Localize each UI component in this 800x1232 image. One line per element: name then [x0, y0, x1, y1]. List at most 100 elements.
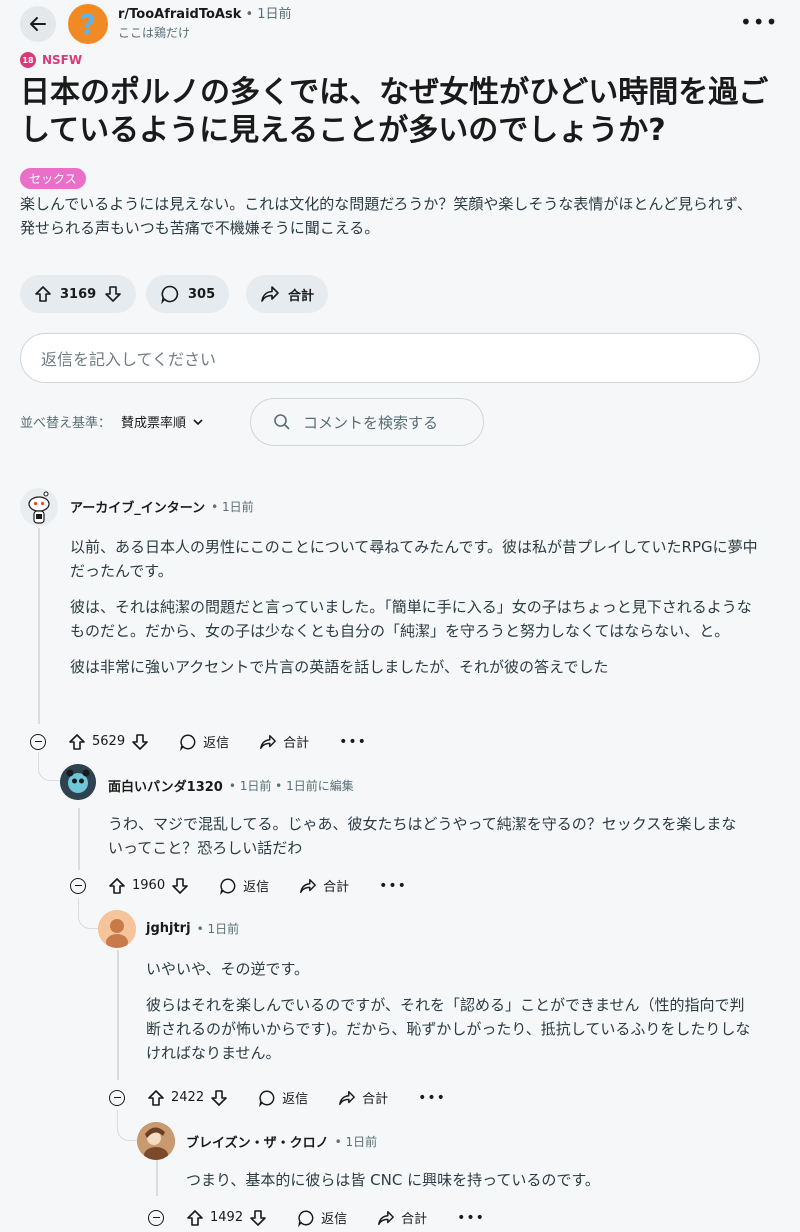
comment-avatar[interactable] [20, 488, 58, 526]
post-comment-count: 305 [188, 286, 216, 302]
reply-label: 返信 [282, 1092, 309, 1107]
thread-elbow [38, 752, 61, 781]
reply-button[interactable]: 返信 [258, 1088, 308, 1107]
comment-paragraph: 彼らはそれを楽しんでいるのですが、それを「認める」ことができません（性的指向で判… [146, 996, 751, 1062]
thread-elbow [117, 1110, 138, 1141]
comment-search-label: コメントを検索する [303, 413, 439, 432]
collapse-icon[interactable] [70, 877, 86, 894]
upvote-icon[interactable] [108, 877, 126, 895]
more-options-icon[interactable]: ••• [740, 10, 778, 34]
snoo-avatar-icon [28, 491, 50, 524]
sort-dropdown[interactable]: 賛成票率順 [121, 412, 204, 431]
comment-avatar[interactable] [137, 1122, 175, 1160]
more-options-icon[interactable]: ••• [418, 1090, 446, 1106]
comment-author[interactable]: 面白いパンダ1320 [108, 776, 223, 795]
share-label: 合計 [362, 1092, 389, 1107]
share-label: 合計 [323, 880, 350, 895]
share-button[interactable]: 合計 [338, 1088, 388, 1107]
thread-line[interactable] [38, 528, 40, 724]
post-vote-count: 3169 [60, 286, 97, 302]
comment-search-button[interactable]: コメントを検索する [250, 398, 484, 446]
share-button[interactable]: 合計 [259, 732, 309, 751]
reply-button[interactable]: 返信 [219, 876, 269, 895]
back-button[interactable] [20, 6, 56, 42]
comment-author[interactable]: jghjtrj [146, 921, 191, 936]
post-share-button[interactable]: 合計 [246, 275, 329, 313]
collapse-icon[interactable] [148, 1209, 164, 1226]
comment-body: つまり、基本的に彼らは皆 CNC に興味を持っているのです。 [186, 1168, 756, 1204]
comment-vote-count: 5629 [92, 734, 126, 749]
more-options-icon[interactable]: ••• [379, 878, 407, 894]
comment-author[interactable]: アーカイブ_インターン [70, 497, 205, 516]
post-flair[interactable]: セックス [20, 168, 86, 189]
nsfw-icon: 18 [20, 52, 36, 68]
reply-label: 返信 [321, 1212, 348, 1227]
upvote-icon[interactable] [147, 1089, 165, 1107]
thread-line[interactable] [117, 950, 119, 1080]
upvote-icon[interactable] [186, 1209, 204, 1227]
comment-vote-count: 2422 [171, 1090, 205, 1105]
comment-time: • 1日前 [334, 1135, 378, 1149]
comment-author[interactable]: ブレイズン・ザ・クロノ [186, 1132, 329, 1151]
post-title: 日本のポルノの多くでは、なぜ女性がひどい時間を過ごしているように見えることが多い… [20, 75, 769, 148]
comment-vote-group: 5629 [68, 733, 149, 751]
comment-paragraph: いやいや、その逆です。 [146, 960, 310, 978]
comment-time: • 1日前 • 1日前に編集 [228, 779, 354, 793]
thread-line[interactable] [78, 808, 80, 870]
downvote-icon[interactable] [210, 1089, 228, 1107]
search-icon [274, 414, 290, 430]
comment-body: うわ、マジで混乱してる。じゃあ、彼女たちはどうやって純潔を守るの？セックスを楽し… [108, 812, 748, 872]
subreddit-avatar[interactable]: ? [68, 4, 108, 44]
comment-actions: 2422 返信 合計 ••• [109, 1088, 446, 1107]
user-avatar-icon [98, 910, 136, 948]
share-label: 合計 [283, 736, 310, 751]
share-icon [339, 1090, 356, 1105]
comment-vote-group: 1960 [108, 877, 189, 895]
comment-avatar[interactable] [98, 910, 136, 948]
comment-vote-group: 2422 [147, 1089, 228, 1107]
comment-avatar[interactable] [60, 764, 96, 800]
downvote-icon[interactable] [131, 733, 149, 751]
more-options-icon[interactable]: ••• [457, 1210, 485, 1226]
comment-actions: 1960 返信 合計 ••• [70, 876, 407, 895]
nsfw-tag: 18 NSFW [20, 52, 82, 68]
post-time: • 1日前 [245, 7, 292, 22]
subreddit-name[interactable]: r/TooAfraidToAsk [118, 7, 241, 22]
comment-actions: 1492 返信 合計 ••• [148, 1208, 485, 1227]
sort-control: 並べ替え基準： 賛成票率順 [20, 412, 204, 431]
share-icon [261, 286, 279, 302]
reply-button[interactable]: 返信 [179, 732, 229, 751]
comment-icon [220, 878, 236, 895]
comment-meta: アーカイブ_インターン • 1日前 [70, 497, 254, 516]
comment-paragraph: 彼は非常に強いアクセントで片言の英語を話しましたが、それが彼の答えでした [70, 658, 609, 676]
reply-input[interactable]: 返信を記入してください [20, 333, 760, 383]
share-button[interactable]: 合計 [377, 1208, 427, 1227]
comment-time: • 1日前 [196, 922, 240, 936]
comment-icon [259, 1090, 275, 1107]
share-label: 合計 [401, 1212, 428, 1227]
more-options-icon[interactable]: ••• [339, 734, 367, 750]
sort-value: 賛成票率順 [121, 416, 187, 431]
share-label: 合計 [288, 288, 315, 304]
comment-body: 以前、ある日本人の男性にこのことについて尋ねてみたんです。彼は私が昔プレイしてい… [70, 535, 760, 691]
thread-elbow [78, 898, 99, 929]
downvote-icon[interactable] [104, 285, 122, 303]
share-button[interactable]: 合計 [299, 876, 349, 895]
upvote-icon[interactable] [34, 285, 52, 303]
downvote-icon[interactable] [171, 877, 189, 895]
thread-line[interactable] [156, 1160, 158, 1196]
question-mark-icon: ? [80, 9, 96, 39]
reply-button[interactable]: 返信 [297, 1208, 347, 1227]
share-icon [260, 734, 277, 749]
svg-text:?: ? [80, 9, 96, 39]
upvote-icon[interactable] [68, 733, 86, 751]
post-comments-button[interactable]: 305 [146, 275, 230, 313]
collapse-icon[interactable] [109, 1089, 125, 1106]
comment-vote-count: 1492 [210, 1210, 244, 1225]
comment-actions: 5629 返信 合計 ••• [30, 732, 367, 751]
downvote-icon[interactable] [249, 1209, 267, 1227]
sort-label: 並べ替え基準： [20, 416, 112, 431]
post-header: ? r/TooAfraidToAsk • 1日前 ここは鶏だけ ••• [0, 0, 800, 50]
post-username[interactable]: ここは鶏だけ [118, 24, 292, 42]
collapse-icon[interactable] [30, 733, 46, 750]
